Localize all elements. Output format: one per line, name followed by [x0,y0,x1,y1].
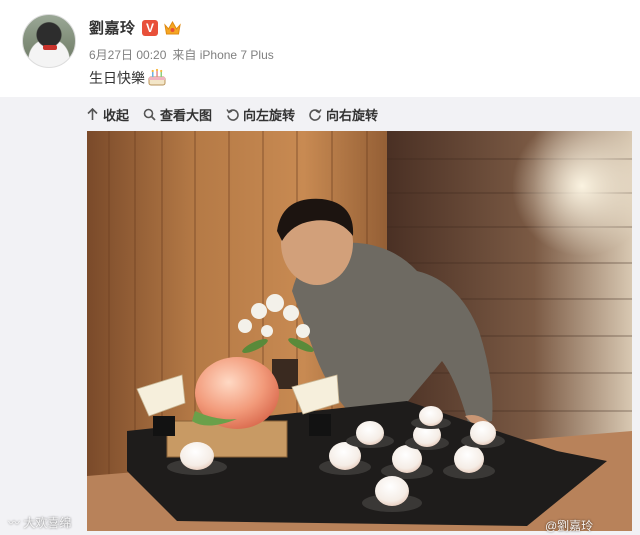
watermark-left-text: 大欢喜绵 [23,516,72,530]
rotate-right-button[interactable]: 向右旋转 [309,105,378,124]
view-large-button[interactable]: 查看大图 [143,105,212,124]
rotate-left-icon [226,108,239,121]
magnifier-icon [143,108,156,121]
watermark-right: @劉嘉玲 [545,519,594,533]
cake-emoji-icon [148,68,166,86]
rotate-right-label: 向右旋转 [326,107,379,123]
rotate-left-label: 向左旋转 [243,107,296,123]
author-name[interactable]: 劉嘉玲 [89,17,136,38]
rotate-right-icon [309,108,322,121]
post-timestamp[interactable]: 6月27日 00:20 [89,48,166,62]
crown-icon [164,20,181,35]
watermark-left: 〰 大欢喜绵 [8,514,71,531]
weibo-logo-icon: 〰 [8,516,21,530]
post-text: 生日快樂 [89,68,167,88]
post-meta: 6月27日 00:20 来自 iPhone 7 Plus [89,46,280,63]
post-photo[interactable] [87,131,632,531]
collapse-button[interactable]: 收起 [86,105,129,124]
media-toolbar: 收起 查看大图 向左旋转 向右旋转 [86,103,392,125]
avatar[interactable] [22,14,76,68]
post-text-content: 生日快樂 [89,70,145,86]
rotate-left-button[interactable]: 向左旋转 [226,105,295,124]
collapse-arrow-icon [87,107,98,120]
photo-scene [87,131,632,531]
verified-v-icon: V [142,20,158,36]
collapse-label: 收起 [103,107,130,123]
post-source: 来自 iPhone 7 Plus [172,48,274,62]
view-large-label: 查看大图 [160,107,213,123]
